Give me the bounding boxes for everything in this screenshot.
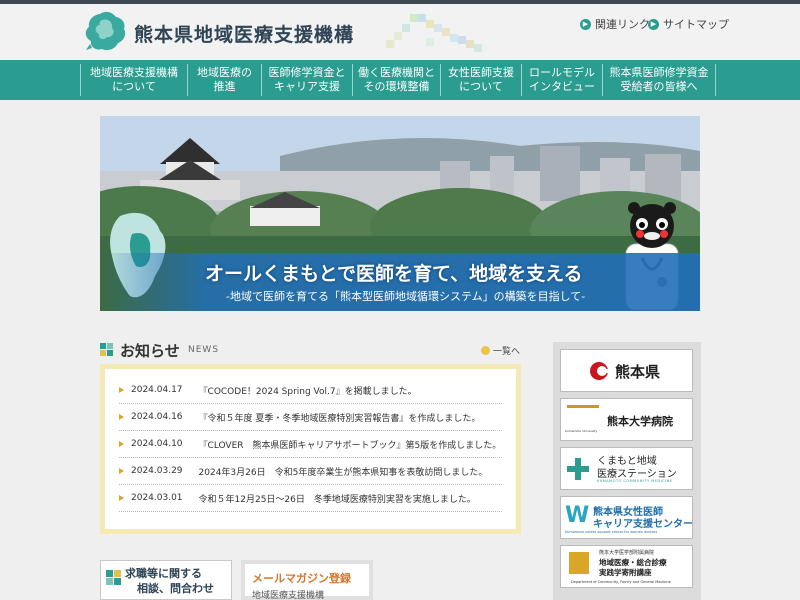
news-more-label: 一覧へ [492, 347, 520, 357]
bullet-triangle-icon [119, 414, 124, 420]
news-list: 2024.04.17 『COCODE！2024 Spring Vol.7』を掲載… [105, 369, 516, 529]
decorative-mosaic [380, 10, 490, 58]
arrow-right-icon: ▶ [648, 18, 659, 30]
nav-item-about[interactable]: 地域医療支援機構 について [80, 64, 187, 96]
nav-label-line2: について [459, 80, 503, 93]
news-list-frame: 2024.04.17 『COCODE！2024 Spring Vol.7』を掲載… [100, 364, 521, 534]
news-date: 2024.03.29 [131, 466, 183, 476]
news-item[interactable]: 2024.04.17 『COCODE！2024 Spring Vol.7』を掲載… [119, 377, 502, 404]
station-label-en: KUMAMOTO COMMUNITY MEDICINE [597, 479, 673, 483]
nav-label-line1: 医師修学資金と [268, 66, 346, 79]
consultation-mosaic-icon [106, 570, 121, 585]
sitemap-label: サイトマップ [663, 18, 729, 31]
news-mosaic-icon [100, 343, 113, 356]
dept-label-line2: 実践学寄附講座 [599, 568, 652, 577]
women-center-label-en: Kumamoto career support center for women… [565, 530, 658, 534]
news-title: お知らせ [120, 342, 180, 360]
women-doctor-support-banner[interactable]: W 熊本県女性医師 キャリア支援センター Kumamoto career sup… [560, 496, 693, 539]
sitemap-link[interactable]: ▶ サイトマップ [648, 16, 729, 32]
news-more-link[interactable]: 一覧へ [480, 344, 520, 357]
nav-label-line2: その環境整備 [363, 80, 430, 93]
mail-magazine-label: メールマガジン登録 [252, 572, 351, 585]
kumamoto-univ-small-label: Kumamoto University [565, 429, 598, 433]
mail-magazine-sublabel: 地域医療支援機構 [252, 591, 325, 600]
site-header: 熊本県地域医療支援機構 ▶ 関連リンク ▶ サイトマップ [0, 4, 800, 60]
job-consultation-button[interactable]: 求職等に関する 相談、問合わせ [100, 560, 232, 600]
nav-item-recipients[interactable]: 熊本県医師修学資金 受給者の皆様へ [602, 64, 716, 96]
news-date: 2024.03.01 [131, 493, 183, 503]
news-item[interactable]: 2024.04.10 『CLOVER 熊本県医師キャリアサポートブック』第5版を… [119, 431, 502, 458]
nav-label-line2: について [112, 80, 156, 93]
hero-banner: オールくまもとで医師を育て、地域を支える -地域で医師を育てる「熊本型医師地域循… [100, 116, 700, 311]
news-text[interactable]: 『CLOVER 熊本県医師キャリアサポートブック』第5版を作成しました。 [199, 438, 502, 451]
nav-label-line1: 熊本県医師修学資金 [609, 66, 709, 79]
nav-item-promotion[interactable]: 地域医療の 推進 [187, 64, 261, 96]
news-date: 2024.04.10 [131, 439, 183, 449]
medical-cross-icon [567, 458, 589, 480]
bullet-triangle-icon [119, 441, 124, 447]
nav-label-line1: 地域医療の [197, 66, 252, 79]
community-medicine-station-banner[interactable]: くまもと地域 医療ステーション KUMAMOTO COMMUNITY MEDIC… [560, 447, 693, 490]
nav-label-line2: キャリア支援 [274, 80, 340, 93]
news-date: 2024.04.17 [131, 385, 183, 395]
global-nav: 地域医療支援機構 について 地域医療の 推進 医師修学資金と キャリア支援 働く… [0, 60, 800, 100]
nav-label-line2: 受給者の皆様へ [620, 80, 698, 93]
station-label-line2: 医療ステーション [597, 469, 677, 480]
hero-subheadline: -地域で医師を育てる「熊本型医師地域循環システム」の構築を目指して- [226, 290, 586, 303]
nav-item-role-model[interactable]: ロールモデル インタビュー [521, 64, 602, 96]
news-text[interactable]: 『令和５年度 夏季・冬季地域医療特別実習報告書』を作成しました。 [199, 411, 481, 424]
kumamoto-pref-banner[interactable]: 熊本県 [560, 349, 693, 392]
news-item[interactable]: 2024.03.29 2024年3月26日 令和5年度卒業生が熊本県知事を表敬訪… [119, 458, 502, 485]
nav-label-line1: 地域医療支援機構 [90, 66, 178, 79]
nav-label-line1: 女性医師支援 [448, 66, 514, 79]
nav-item-workplaces[interactable]: 働く医療機関と その環境整備 [352, 64, 440, 96]
women-center-label-line2: キャリア支援センター [593, 519, 693, 530]
news-title-en: NEWS [188, 345, 220, 355]
kumamoto-logo-icon[interactable] [82, 10, 130, 54]
bullet-triangle-icon [119, 387, 124, 393]
mail-magazine-button[interactable]: メールマガジン登録 地域医療支援機構 [241, 560, 373, 600]
news-item[interactable]: 2024.03.01 令和５年12月25日～26日 冬季地域医療特別実習を実施し… [119, 485, 502, 512]
kumamoto-univ-crest-icon [567, 405, 599, 427]
kumamoto-pref-emblem-icon [590, 362, 610, 380]
job-consultation-label-line1: 求職等に関する [125, 567, 202, 580]
hero-headline: オールくまもとで医師を育て、地域を支える [205, 263, 583, 285]
women-center-w-logo-icon: W [565, 503, 590, 528]
news-date: 2024.04.16 [131, 412, 183, 422]
nav-item-women-doctors[interactable]: 女性医師支援 について [440, 64, 521, 96]
partner-banners: 熊本県 Kumamoto University 熊本大学病院 くまもと地域 医療… [553, 342, 701, 600]
kumamoto-univ-hospital-label: 熊本大学病院 [607, 415, 673, 428]
dept-label-top: 熊本大学医学部附属病院 [599, 550, 655, 556]
arrow-right-icon: ▶ [580, 18, 591, 30]
dept-logo-icon [569, 552, 589, 574]
news-text[interactable]: 令和５年12月25日～26日 冬季地域医療特別実習を実施しました。 [199, 492, 476, 505]
community-general-medicine-dept-banner[interactable]: 熊本大学医学部附属病院 地域医療・総合診療 実践学寄附講座 Department… [560, 545, 693, 588]
nav-item-scholarship[interactable]: 医師修学資金と キャリア支援 [261, 64, 352, 96]
kumamoto-pref-label: 熊本県 [615, 363, 661, 381]
nav-label-line2: 推進 [213, 80, 236, 93]
site-title[interactable]: 熊本県地域医療支援機構 [134, 20, 354, 47]
news-item[interactable]: 2024.04.16 『令和５年度 夏季・冬季地域医療特別実習報告書』を作成しま… [119, 404, 502, 431]
nav-label-line1: ロールモデル [529, 66, 595, 79]
related-links-link[interactable]: ▶ 関連リンク [580, 16, 650, 32]
bullet-triangle-icon [119, 468, 124, 474]
related-links-label: 関連リンク [595, 18, 650, 31]
kumamoto-univ-hospital-banner[interactable]: Kumamoto University 熊本大学病院 [560, 398, 693, 441]
news-header: お知らせ NEWS 一覧へ [100, 340, 520, 360]
global-nav-items: 地域医療支援機構 について 地域医療の 推進 医師修学資金と キャリア支援 働く… [80, 64, 716, 96]
nav-label-line2: インタビュー [529, 80, 595, 93]
bullet-triangle-icon [119, 495, 124, 501]
nav-label-line1: 働く医療機関と [358, 66, 435, 79]
arrow-right-icon [480, 346, 490, 355]
job-consultation-label-line2: 相談、問合わせ [137, 582, 214, 595]
news-text[interactable]: 『COCODE！2024 Spring Vol.7』を掲載しました。 [199, 384, 417, 397]
news-text[interactable]: 2024年3月26日 令和5年度卒業生が熊本県知事を表敬訪問しました。 [199, 465, 488, 478]
dept-label-en: Department of Community, Family and Gene… [571, 580, 671, 584]
